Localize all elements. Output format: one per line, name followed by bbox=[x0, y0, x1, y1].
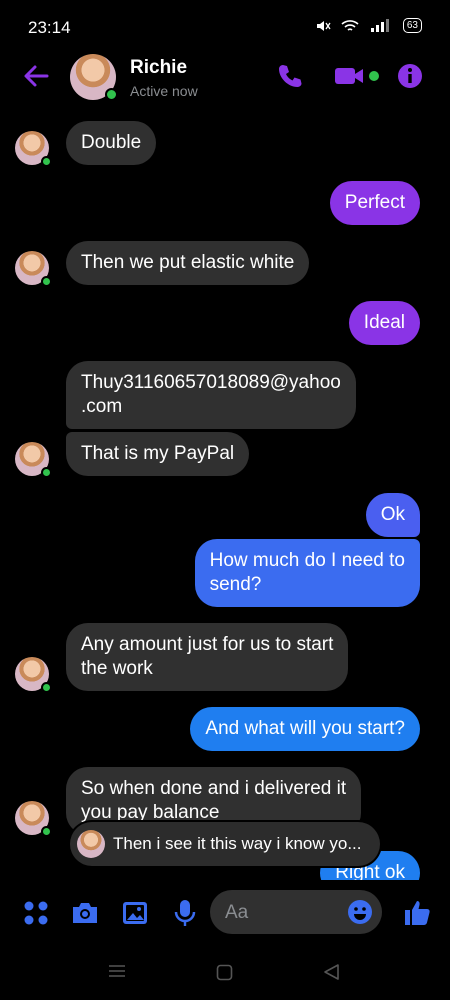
system-nav-bar bbox=[0, 940, 450, 1000]
apps-grid-icon[interactable] bbox=[21, 898, 51, 928]
sender-avatar[interactable] bbox=[15, 251, 52, 287]
contact-status: Active now bbox=[130, 83, 198, 99]
battery-icon: 63 bbox=[402, 18, 422, 33]
message-incoming[interactable]: Thuy31160657018089@yahoo .com bbox=[66, 361, 356, 429]
message-outgoing[interactable]: Perfect bbox=[329, 181, 420, 225]
composer-bar: Aa bbox=[0, 888, 450, 938]
message-incoming[interactable]: Double bbox=[66, 121, 157, 165]
message-line: How much do I need to bbox=[209, 550, 405, 571]
menu-nav-icon[interactable] bbox=[108, 964, 126, 978]
message-incoming[interactable]: That is my PayPal bbox=[66, 432, 250, 476]
home-nav-icon[interactable] bbox=[216, 964, 233, 981]
wifi-icon bbox=[341, 19, 359, 31]
online-indicator bbox=[41, 467, 52, 478]
message-line: send? bbox=[209, 574, 262, 595]
phone-call-icon[interactable] bbox=[276, 62, 304, 90]
emoji-icon[interactable] bbox=[347, 899, 373, 925]
online-indicator bbox=[105, 88, 118, 101]
preview-avatar bbox=[77, 830, 105, 858]
online-indicator bbox=[41, 682, 52, 693]
gallery-icon[interactable] bbox=[120, 898, 150, 928]
message-outgoing[interactable]: Ok bbox=[365, 493, 420, 537]
preview-text: Then i see it this way i know yo... bbox=[113, 834, 362, 853]
status-icons: 63 bbox=[315, 18, 422, 33]
contact-avatar[interactable] bbox=[70, 54, 118, 101]
status-time: 23:14 bbox=[28, 18, 71, 37]
sender-avatar[interactable] bbox=[15, 801, 52, 837]
message-line: Any amount just for us to start bbox=[81, 634, 334, 655]
message-line: .com bbox=[81, 396, 123, 417]
message-line: the work bbox=[81, 658, 153, 679]
message-incoming[interactable]: Then we put elastic white bbox=[66, 241, 310, 285]
back-nav-icon[interactable] bbox=[323, 963, 340, 981]
thumbs-up-icon[interactable] bbox=[402, 898, 432, 928]
message-line: Thuy31160657018089@yahoo bbox=[81, 372, 341, 393]
status-bar: 23:14 63 bbox=[0, 0, 450, 56]
info-icon[interactable] bbox=[396, 62, 424, 90]
message-outgoing[interactable]: And what will you start? bbox=[190, 707, 420, 751]
chat-header: Richie Active now bbox=[0, 50, 450, 106]
mute-icon bbox=[316, 20, 331, 31]
message-outgoing[interactable]: Ideal bbox=[348, 301, 420, 345]
microphone-icon[interactable] bbox=[170, 898, 200, 928]
camera-icon[interactable] bbox=[70, 898, 100, 928]
message-list[interactable]: Double Perfect Then we put elastic white… bbox=[0, 110, 450, 880]
message-input[interactable]: Aa bbox=[210, 890, 382, 934]
back-arrow-icon[interactable] bbox=[20, 60, 52, 92]
online-indicator bbox=[41, 826, 52, 837]
message-incoming[interactable]: Any amount just for us to start the work bbox=[66, 623, 349, 691]
sender-avatar[interactable] bbox=[15, 657, 52, 693]
message-outgoing[interactable]: How much do I need to send? bbox=[194, 539, 420, 607]
video-call-icon[interactable] bbox=[334, 62, 382, 90]
message-input-placeholder: Aa bbox=[225, 902, 249, 923]
signal-icon bbox=[370, 18, 389, 32]
sender-avatar[interactable] bbox=[15, 442, 52, 478]
online-indicator bbox=[41, 156, 52, 167]
contact-name[interactable]: Richie bbox=[130, 57, 187, 79]
message-line: So when done and i delivered it bbox=[81, 778, 347, 799]
online-indicator bbox=[41, 276, 52, 287]
new-message-preview[interactable]: Then i see it this way i know yo... bbox=[70, 822, 380, 866]
sender-avatar[interactable] bbox=[15, 131, 52, 167]
